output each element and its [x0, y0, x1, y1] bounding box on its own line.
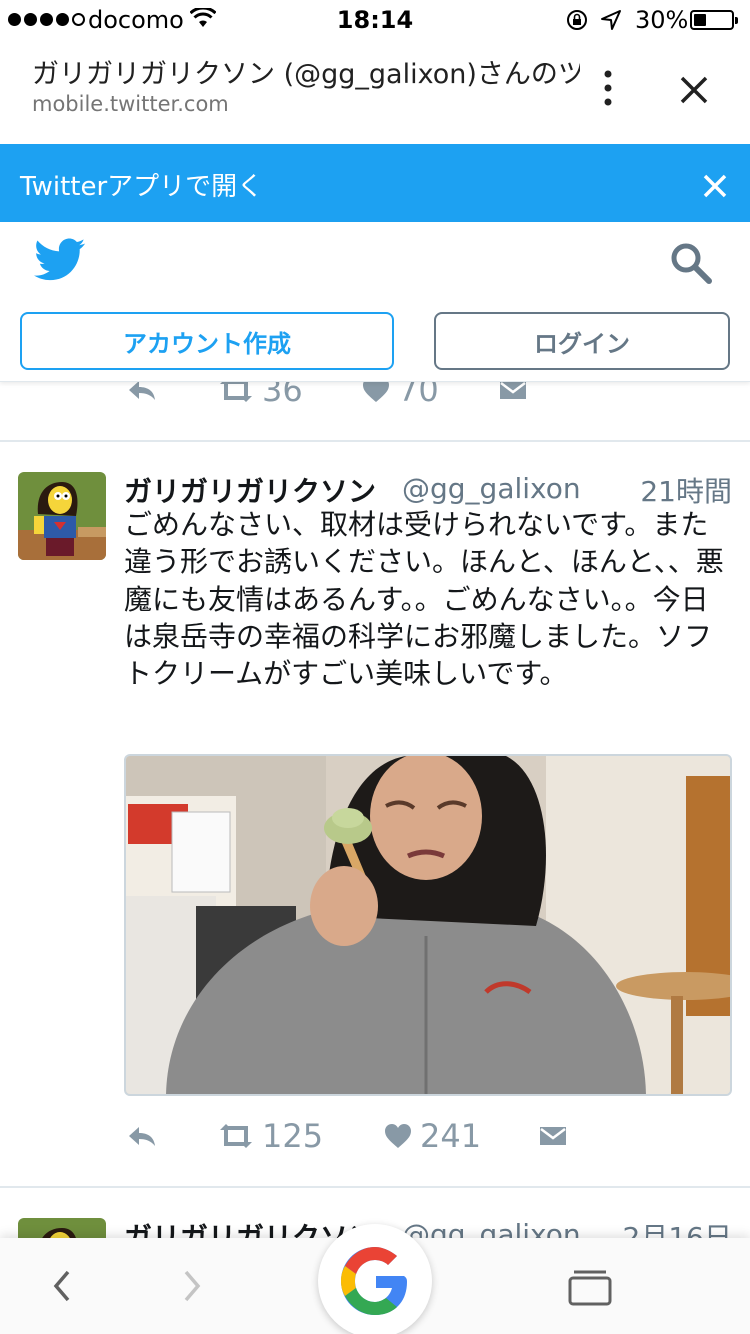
location-icon [601, 10, 621, 30]
battery-percent: 30% [635, 6, 689, 34]
google-icon [341, 1247, 407, 1315]
tweet-timestamp[interactable]: 21時間 [640, 470, 732, 510]
more-icon[interactable] [596, 68, 620, 108]
retweet-count: 125 [262, 1117, 324, 1155]
banner-close-icon[interactable] [697, 168, 733, 204]
rotation-lock-icon [567, 10, 587, 30]
page-title: ガリガリガリクソン (@gg_galixon)さんのツ [32, 59, 580, 90]
status-bar: docomo 18:14 30% [0, 0, 750, 40]
retweet-icon [220, 1124, 252, 1148]
reply-icon[interactable] [126, 1116, 158, 1156]
dm-icon[interactable] [538, 1116, 568, 1156]
forward-icon[interactable] [176, 1268, 208, 1304]
search-icon[interactable] [668, 240, 714, 286]
tweet-divider [0, 1186, 750, 1188]
google-search-button[interactable] [318, 1224, 432, 1334]
tweet-photo[interactable] [124, 754, 732, 1096]
back-icon[interactable] [46, 1268, 78, 1304]
twitter-header: アカウント作成 ログイン [0, 222, 750, 382]
tweet-author-handle[interactable]: @gg_galixon [402, 472, 581, 505]
tweet-text: ごめんなさい、取材は受けられないです。また違う形でお誘いください。ほんと、ほんと… [124, 508, 724, 691]
tweet-divider [0, 440, 750, 442]
retweet-button[interactable]: 125 [218, 1116, 323, 1156]
tweet-actions: 125 241 [124, 1116, 724, 1156]
browser-toolbar: ガリガリガリクソン (@gg_galixon)さんのツ mobile.twitt… [0, 40, 750, 144]
avatar[interactable] [18, 472, 106, 560]
heart-icon [385, 1124, 411, 1148]
close-icon[interactable] [674, 70, 714, 110]
signup-button[interactable]: アカウント作成 [20, 312, 394, 370]
login-button[interactable]: ログイン [434, 312, 730, 370]
battery-icon [690, 10, 738, 30]
tabs-icon[interactable] [566, 1268, 614, 1308]
like-count: 241 [420, 1117, 482, 1155]
like-button[interactable]: 241 [384, 1116, 481, 1156]
open-in-app-label[interactable]: Twitterアプリで開く [20, 166, 263, 203]
twitter-bird-icon[interactable] [34, 238, 86, 282]
page-url[interactable]: mobile.twitter.com [32, 92, 229, 116]
open-in-app-banner[interactable]: Twitterアプリで開く [0, 144, 750, 222]
browser-bottom-bar [0, 1224, 750, 1334]
tweet-author-name[interactable]: ガリガリガリクソン [124, 470, 376, 510]
